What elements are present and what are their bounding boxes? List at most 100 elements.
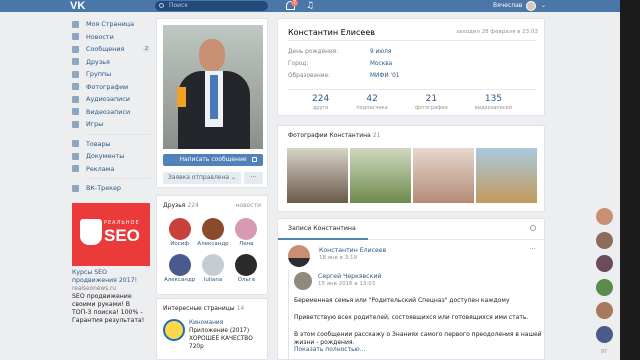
friends-header[interactable]: Друзья 224 — [163, 202, 199, 209]
right-rail: 97 — [592, 208, 616, 355]
search-input[interactable]: Поиск — [155, 1, 268, 11]
photos-title: Фотографии Константина — [288, 132, 371, 139]
camera-placeholder-icon — [201, 254, 224, 276]
sidebar-item-friends[interactable]: Друзья — [72, 56, 150, 69]
request-sent-button[interactable]: Заявка отправлена ⌄ — [163, 172, 241, 184]
counter-videos[interactable]: 135 видеозаписей — [475, 94, 512, 112]
last-seen: заходил 28 февраля в 23:03 — [456, 29, 538, 35]
repost-date[interactable]: 15 янв 2016 в 13:03 — [318, 281, 375, 287]
sidebar-item-goods[interactable]: Товары — [72, 138, 150, 151]
friend-item[interactable]: Александр — [196, 218, 229, 249]
user-name[interactable]: Вячеслав — [493, 0, 522, 12]
rail-avatar[interactable] — [595, 255, 613, 272]
friend-avatar — [235, 254, 258, 276]
sidebar-item-news[interactable]: Новости — [72, 31, 150, 44]
vk-logo[interactable]: VK — [70, 0, 94, 12]
photo-thumbnail[interactable] — [287, 148, 348, 203]
sidebar-item-messages[interactable]: Сообщения 2 — [72, 43, 150, 56]
profile-row-value[interactable]: 9 июля — [370, 49, 391, 55]
post-author-avatar[interactable] — [288, 245, 310, 267]
sidebar-item-tracker[interactable]: ВК-Трекер — [72, 182, 150, 195]
sidebar-item-games[interactable]: Игры — [72, 118, 150, 131]
photos-header[interactable]: Фотографии Константина 21 — [288, 132, 380, 139]
chevron-down-icon[interactable]: ⌄ — [541, 0, 546, 12]
write-message-button[interactable]: Написать сообщение — [163, 154, 263, 166]
interesting-page-item[interactable]: Киномания Приложение (2017) ХОРОШЕЕ КАЧЕ… — [189, 319, 253, 351]
rail-avatar[interactable] — [595, 302, 613, 319]
ad-title[interactable]: Курсы SEO продвижения 2017! — [72, 269, 150, 285]
write-message-label: Написать сообщение — [179, 156, 247, 163]
photo-thumbnail[interactable] — [413, 148, 474, 203]
rail-avatar[interactable] — [595, 208, 613, 225]
sidebar-ad[interactable]: РЕАЛЬНОЕ SEO Курсы SEO продвижения 2017!… — [72, 202, 150, 325]
friends-updates-link[interactable]: новости — [236, 202, 262, 209]
friend-item[interactable]: Ольга — [230, 254, 263, 285]
profile-row-value[interactable]: МИФИ '01 — [370, 73, 399, 79]
sidebar-item-label: ВК-Трекер — [86, 184, 121, 193]
show-more-link[interactable]: Показать полностью... — [294, 346, 365, 353]
friend-name: Лена — [239, 241, 254, 247]
photo-thumbnail[interactable] — [476, 148, 537, 203]
counter-label: друга — [312, 105, 329, 111]
sidebar-item-my-page[interactable]: Моя Страница — [72, 18, 150, 31]
rail-avatar[interactable] — [595, 278, 613, 296]
post-author[interactable]: Константин Елисеев — [319, 247, 386, 254]
sidebar-item-label: Реклама — [86, 164, 115, 173]
sidebar-item-audio[interactable]: Аудиозаписи — [72, 93, 150, 106]
wall-tab[interactable]: Записи Константина — [288, 225, 356, 232]
interesting-pages-block: Интересные страницы 14 Киномания Приложен… — [156, 298, 268, 360]
sidebar-item-groups[interactable]: Группы — [72, 68, 150, 81]
photo-glass — [177, 87, 186, 107]
counter-label: фотография — [414, 105, 448, 111]
profile-photo[interactable] — [163, 25, 263, 149]
profile-info-block: Константин Елисеев заходил 28 февраля в … — [277, 18, 545, 116]
user-avatar[interactable] — [526, 1, 536, 11]
messages-icon — [72, 45, 79, 53]
sidebar-item-label: Друзья — [86, 57, 110, 66]
friend-item[interactable]: Александр — [163, 254, 196, 285]
photos-count: 21 — [372, 132, 381, 139]
music-icon[interactable]: ♫ — [306, 0, 314, 12]
photo-head — [199, 39, 225, 71]
repost-author[interactable]: Сергей Черкявский — [318, 273, 381, 280]
counter-photos[interactable]: 21 фотография — [415, 94, 448, 112]
photos-icon — [72, 83, 79, 91]
counter-followers[interactable]: 42 подписчика — [356, 94, 387, 112]
photo-thumbnail[interactable] — [350, 148, 411, 203]
rock-hand-icon — [80, 218, 102, 245]
ad-image[interactable]: РЕАЛЬНОЕ SEO — [72, 202, 150, 266]
repost-author-avatar[interactable] — [294, 272, 312, 290]
sidebar-item-label: Видеозаписи — [86, 107, 131, 116]
friend-item[interactable]: Иосиф — [163, 218, 196, 249]
counter-number: 135 — [484, 94, 503, 104]
post-menu-icon[interactable]: ··· — [529, 245, 536, 253]
sidebar-item-label: Товары — [86, 139, 111, 148]
ad-site[interactable]: realseonews.ru — [72, 285, 150, 293]
counter-friends[interactable]: 224 друга — [312, 94, 329, 112]
sidebar-item-ads[interactable]: Реклама — [72, 163, 150, 176]
counter-label: видеозаписей — [474, 105, 512, 111]
post-date[interactable]: 18 янв в 3:19 — [319, 255, 357, 261]
top-bar: VK Поиск 7 ♫ Вячеслав ⌄ — [0, 0, 640, 12]
friend-avatar — [168, 218, 191, 240]
active-tab-underline — [278, 238, 368, 240]
photos-block: Фотографии Константина 21 — [277, 125, 545, 212]
friend-item[interactable]: Iuliana — [196, 254, 229, 285]
friend-item[interactable]: Лена — [230, 218, 263, 249]
friends-block: Друзья 224 новости Иосиф Александр Лена А… — [156, 195, 268, 295]
tracker-icon — [72, 184, 79, 192]
profile-row-value[interactable]: Москва — [370, 61, 392, 67]
search-icon[interactable] — [530, 225, 536, 231]
rail-avatar[interactable] — [595, 231, 613, 249]
sidebar: Моя Страница Новости Сообщения 2 Друзья Г… — [72, 18, 150, 325]
more-actions-button[interactable]: ··· — [244, 172, 263, 184]
sidebar-item-label: Игры — [86, 120, 104, 129]
sidebar-item-documents[interactable]: Документы — [72, 150, 150, 163]
sidebar-item-photos[interactable]: Фотографии — [72, 81, 150, 94]
sidebar-item-video[interactable]: Видеозаписи — [72, 106, 150, 119]
friend-name: Иосиф — [170, 241, 190, 247]
kinomania-logo[interactable] — [163, 319, 185, 341]
interesting-pages-header[interactable]: Интересные страницы 14 — [163, 305, 244, 312]
interesting-pages-count: 14 — [236, 305, 245, 312]
rail-avatar[interactable] — [595, 325, 613, 343]
